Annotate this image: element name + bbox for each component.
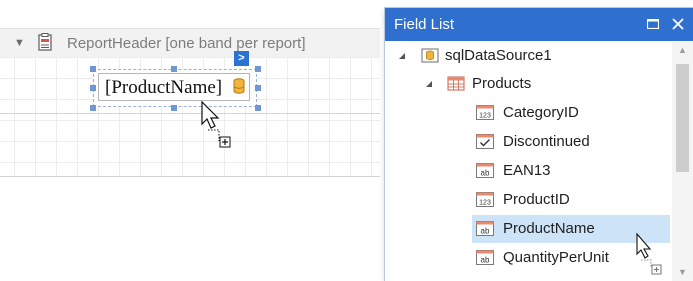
panel-title: Field List bbox=[394, 16, 455, 33]
drag-copy-cursor-icon bbox=[201, 100, 231, 148]
tree-node-table[interactable]: Products bbox=[385, 70, 670, 98]
tree-node-label: CategoryID bbox=[503, 104, 579, 121]
field-list-panel[interactable]: Field List sqlDataSource1 Products 123 C… bbox=[385, 8, 693, 281]
resize-handle[interactable] bbox=[171, 66, 177, 72]
expanded-triangle-icon[interactable] bbox=[397, 51, 407, 61]
band-title: ReportHeader [one band per report] bbox=[67, 35, 306, 52]
boolean-field-icon bbox=[476, 134, 494, 149]
report-header-icon bbox=[38, 33, 52, 51]
tree-node-field[interactable]: 123 CategoryID bbox=[385, 99, 670, 127]
field-list-titlebar[interactable]: Field List bbox=[385, 8, 693, 41]
number-field-icon: 123 bbox=[476, 105, 494, 120]
vertical-scrollbar[interactable]: ▲ ▼ bbox=[672, 42, 693, 281]
control-body[interactable]: [ProductName] bbox=[98, 73, 250, 101]
resize-handle[interactable] bbox=[171, 105, 177, 111]
svg-text:123: 123 bbox=[479, 200, 491, 207]
grid-divider bbox=[0, 113, 380, 114]
triangle-down-icon[interactable]: ▼ bbox=[14, 37, 25, 49]
svg-text:ab: ab bbox=[481, 256, 490, 265]
tree-node-field[interactable]: ab QuantityPerUnit bbox=[385, 244, 670, 272]
tree-node-label: ProductName bbox=[503, 220, 595, 237]
report-header-band[interactable]: ▼ ReportHeader [one band per report] bbox=[0, 28, 380, 58]
field-tree[interactable]: sqlDataSource1 Products 123 CategoryID D… bbox=[385, 42, 693, 281]
resize-handle[interactable] bbox=[255, 66, 261, 72]
tree-node-field-selected[interactable]: ab ProductName bbox=[385, 215, 670, 243]
svg-text:123: 123 bbox=[479, 113, 491, 120]
table-icon bbox=[447, 76, 465, 91]
resize-handle[interactable] bbox=[255, 85, 261, 91]
tree-node-field[interactable]: ab EAN13 bbox=[385, 157, 670, 185]
string-field-icon: ab bbox=[476, 163, 494, 178]
scroll-thumb[interactable] bbox=[676, 64, 689, 172]
string-field-icon: ab bbox=[476, 221, 494, 236]
datasource-icon bbox=[421, 48, 439, 63]
tree-node-field[interactable]: 123 ProductID bbox=[385, 186, 670, 214]
tree-node-label: ProductID bbox=[503, 191, 570, 208]
svg-text:ab: ab bbox=[481, 169, 490, 178]
tree-node-label: sqlDataSource1 bbox=[445, 47, 552, 64]
scroll-down-icon[interactable]: ▼ bbox=[672, 264, 693, 281]
tree-node-field[interactable]: Discontinued bbox=[385, 128, 670, 156]
tree-node-datasource[interactable]: sqlDataSource1 bbox=[385, 42, 670, 70]
grid-divider bbox=[0, 176, 380, 177]
string-field-icon: ab bbox=[476, 250, 494, 265]
resize-handle[interactable] bbox=[90, 85, 96, 91]
tree-node-label: Discontinued bbox=[503, 133, 590, 150]
database-icon bbox=[233, 78, 245, 94]
tree-node-label: EAN13 bbox=[503, 162, 551, 179]
resize-handle[interactable] bbox=[90, 105, 96, 111]
tree-node-label: Products bbox=[472, 75, 532, 92]
close-icon[interactable] bbox=[668, 14, 688, 34]
smart-tag-button[interactable]: > bbox=[234, 51, 249, 66]
drag-copy-cursor-icon bbox=[636, 232, 662, 275]
tree-node-label: QuantityPerUnit bbox=[503, 249, 609, 266]
resize-handle[interactable] bbox=[255, 105, 261, 111]
resize-handle[interactable] bbox=[90, 66, 96, 72]
svg-text:ab: ab bbox=[481, 227, 490, 236]
maximize-icon[interactable] bbox=[643, 14, 663, 34]
control-text: [ProductName] bbox=[105, 77, 223, 98]
scroll-up-icon[interactable]: ▲ bbox=[672, 42, 693, 59]
expanded-triangle-icon[interactable] bbox=[424, 79, 434, 89]
number-field-icon: 123 bbox=[476, 192, 494, 207]
